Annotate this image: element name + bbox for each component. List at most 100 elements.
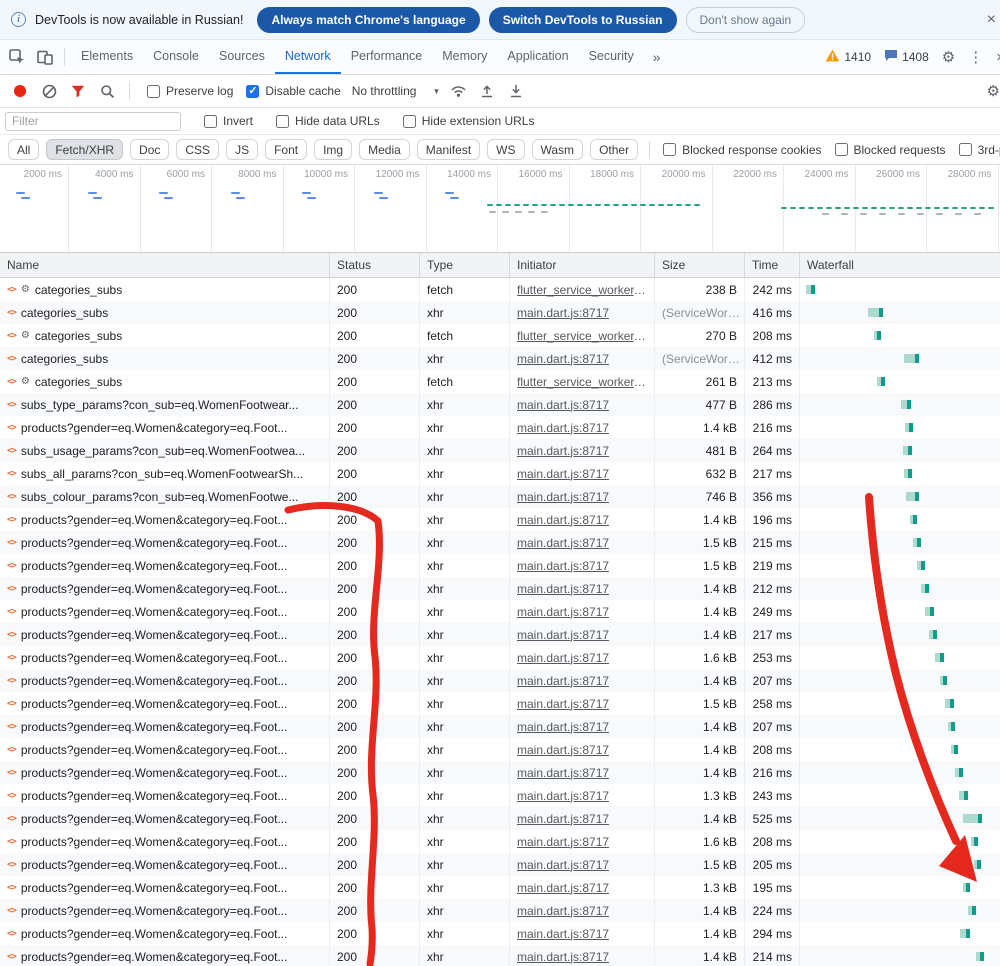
request-row[interactable]: <>products?gender=eq.Women&category=eq.F…: [0, 577, 1000, 600]
import-har-icon[interactable]: [476, 80, 498, 102]
filter-pill-img[interactable]: Img: [314, 139, 352, 160]
request-row[interactable]: <>subs_colour_params?con_sub=eq.WomenFoo…: [0, 485, 1000, 508]
column-header-name[interactable]: Name: [0, 253, 330, 277]
initiator-link[interactable]: main.dart.js:8717: [517, 812, 609, 826]
devtools-close-icon[interactable]: ×: [996, 50, 1000, 65]
initiator-link[interactable]: main.dart.js:8717: [517, 766, 609, 780]
hide-data-urls-checkbox[interactable]: [276, 115, 289, 128]
waterfall-bar[interactable]: [874, 331, 881, 340]
waterfall-bar[interactable]: [904, 469, 912, 478]
infobar-close-icon[interactable]: ×: [987, 11, 996, 29]
waterfall-bar[interactable]: [901, 400, 911, 409]
record-network-log-icon[interactable]: [9, 80, 31, 102]
column-header-time[interactable]: Time: [745, 253, 800, 277]
waterfall-bar[interactable]: [968, 906, 976, 915]
request-row[interactable]: <>products?gender=eq.Women&category=eq.F…: [0, 669, 1000, 692]
request-row[interactable]: <>products?gender=eq.Women&category=eq.F…: [0, 761, 1000, 784]
initiator-link[interactable]: main.dart.js:8717: [517, 398, 609, 412]
initiator-link[interactable]: main.dart.js:8717: [517, 513, 609, 527]
device-toolbar-icon[interactable]: [32, 45, 58, 69]
initiator-link[interactable]: main.dart.js:8717: [517, 743, 609, 757]
initiator-link[interactable]: main.dart.js:8717: [517, 674, 609, 688]
filter-pill-js[interactable]: JS: [226, 139, 258, 160]
waterfall-bar[interactable]: [963, 814, 982, 823]
match-chrome-language-button[interactable]: Always match Chrome's language: [257, 7, 479, 33]
initiator-link[interactable]: main.dart.js:8717: [517, 904, 609, 918]
request-row[interactable]: <>products?gender=eq.Women&category=eq.F…: [0, 945, 1000, 966]
hide-extension-urls-checkbox[interactable]: [403, 115, 416, 128]
request-row[interactable]: <>products?gender=eq.Women&category=eq.F…: [0, 416, 1000, 439]
request-row[interactable]: <>products?gender=eq.Women&category=eq.F…: [0, 715, 1000, 738]
network-conditions-icon[interactable]: [447, 80, 469, 102]
blocked-cookies-checkbox[interactable]: [663, 143, 676, 156]
request-row[interactable]: <>⚙categories_subs200fetchflutter_servic…: [0, 370, 1000, 393]
initiator-link[interactable]: main.dart.js:8717: [517, 881, 609, 895]
clear-network-log-icon[interactable]: [38, 80, 60, 102]
initiator-link[interactable]: main.dart.js:8717: [517, 605, 609, 619]
request-row[interactable]: <>products?gender=eq.Women&category=eq.F…: [0, 876, 1000, 899]
initiator-link[interactable]: main.dart.js:8717: [517, 835, 609, 849]
waterfall-bar[interactable]: [940, 676, 947, 685]
request-row[interactable]: <>subs_type_params?con_sub=eq.WomenFootw…: [0, 393, 1000, 416]
request-row[interactable]: <>categories_subs200xhrmain.dart.js:8717…: [0, 301, 1000, 324]
preserve-log-checkbox[interactable]: [147, 85, 160, 98]
column-header-status[interactable]: Status: [330, 253, 420, 277]
initiator-link[interactable]: flutter_service_worker.js?: [517, 329, 647, 343]
waterfall-bar[interactable]: [955, 768, 963, 777]
request-row[interactable]: <>products?gender=eq.Women&category=eq.F…: [0, 623, 1000, 646]
initiator-link[interactable]: main.dart.js:8717: [517, 950, 609, 964]
initiator-link[interactable]: main.dart.js:8717: [517, 559, 609, 573]
column-header-waterfall[interactable]: Waterfall: [800, 253, 1000, 277]
tab-console[interactable]: Console: [143, 40, 209, 74]
initiator-link[interactable]: flutter_service_worker.js?: [517, 375, 647, 389]
waterfall-bar[interactable]: [904, 354, 919, 363]
filter-input[interactable]: [5, 112, 181, 131]
export-har-icon[interactable]: [505, 80, 527, 102]
waterfall-bar[interactable]: [925, 607, 934, 616]
kebab-menu-icon[interactable]: ⋮: [968, 50, 983, 65]
filter-pill-all[interactable]: All: [8, 139, 39, 160]
waterfall-bar[interactable]: [959, 791, 968, 800]
network-settings-gear-icon[interactable]: ⚙: [987, 84, 1000, 99]
column-header-type[interactable]: Type: [420, 253, 510, 277]
filter-pill-wasm[interactable]: Wasm: [532, 139, 584, 160]
waterfall-bar[interactable]: [905, 423, 913, 432]
initiator-link[interactable]: main.dart.js:8717: [517, 720, 609, 734]
initiator-link[interactable]: main.dart.js:8717: [517, 467, 609, 481]
waterfall-bar[interactable]: [868, 308, 883, 317]
third-party-checkbox[interactable]: [959, 143, 972, 156]
filter-pill-css[interactable]: CSS: [176, 139, 219, 160]
request-row[interactable]: <>products?gender=eq.Women&category=eq.F…: [0, 508, 1000, 531]
waterfall-bar[interactable]: [963, 883, 970, 892]
tab-memory[interactable]: Memory: [432, 40, 497, 74]
tab-application[interactable]: Application: [497, 40, 578, 74]
request-row[interactable]: <>products?gender=eq.Women&category=eq.F…: [0, 830, 1000, 853]
waterfall-bar[interactable]: [976, 952, 984, 961]
waterfall-bar[interactable]: [960, 929, 970, 938]
filter-pill-manifest[interactable]: Manifest: [417, 139, 480, 160]
request-row[interactable]: <>products?gender=eq.Women&category=eq.F…: [0, 899, 1000, 922]
disable-cache-checkbox[interactable]: [246, 85, 259, 98]
request-row[interactable]: <>products?gender=eq.Women&category=eq.F…: [0, 922, 1000, 945]
initiator-link[interactable]: main.dart.js:8717: [517, 306, 609, 320]
throttling-dropdown[interactable]: No throttling ▼: [352, 84, 441, 98]
waterfall-bar[interactable]: [921, 584, 929, 593]
initiator-link[interactable]: main.dart.js:8717: [517, 421, 609, 435]
column-header-initiator[interactable]: Initiator: [510, 253, 655, 277]
initiator-link[interactable]: main.dart.js:8717: [517, 927, 609, 941]
waterfall-bar[interactable]: [913, 538, 921, 547]
request-row[interactable]: <>subs_all_params?con_sub=eq.WomenFootwe…: [0, 462, 1000, 485]
request-row[interactable]: <>⚙categories_subs200fetchflutter_servic…: [0, 278, 1000, 301]
request-row[interactable]: <>products?gender=eq.Women&category=eq.F…: [0, 692, 1000, 715]
waterfall-bar[interactable]: [929, 630, 937, 639]
warnings-count[interactable]: 1410: [825, 49, 871, 65]
request-row[interactable]: <>products?gender=eq.Women&category=eq.F…: [0, 738, 1000, 761]
more-panels-icon[interactable]: »: [646, 49, 668, 65]
request-row[interactable]: <>products?gender=eq.Women&category=eq.F…: [0, 646, 1000, 669]
initiator-link[interactable]: flutter_service_worker.js?: [517, 283, 647, 297]
request-row[interactable]: <>products?gender=eq.Women&category=eq.F…: [0, 554, 1000, 577]
waterfall-bar[interactable]: [971, 837, 978, 846]
initiator-link[interactable]: main.dart.js:8717: [517, 582, 609, 596]
request-row[interactable]: <>products?gender=eq.Women&category=eq.F…: [0, 807, 1000, 830]
filter-pill-ws[interactable]: WS: [487, 139, 524, 160]
